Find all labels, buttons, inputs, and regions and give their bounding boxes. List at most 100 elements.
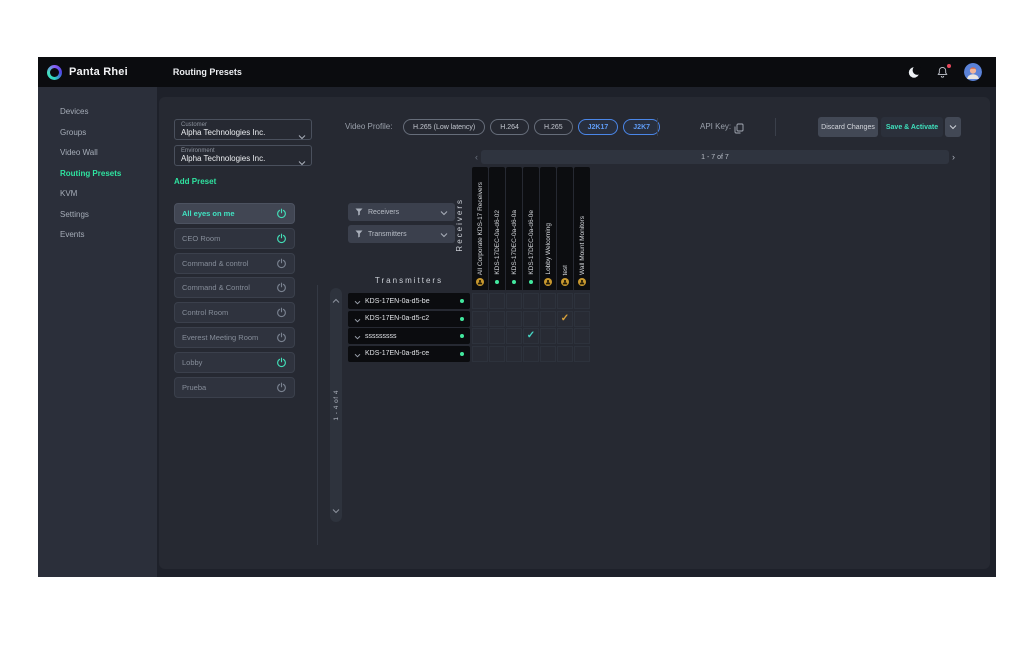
power-icon[interactable]: [276, 233, 287, 244]
customer-select[interactable]: Customer Alpha Technologies Inc.: [174, 119, 312, 140]
preset-item[interactable]: CEO Room: [174, 228, 295, 249]
matrix-cell[interactable]: [523, 311, 539, 327]
receiver-name: test: [562, 265, 569, 275]
discard-changes-button[interactable]: Discard Changes: [818, 117, 878, 137]
matrix-cell[interactable]: [557, 328, 573, 344]
power-icon[interactable]: [276, 307, 287, 318]
matrix-cell[interactable]: [557, 293, 573, 309]
video-profile-chip[interactable]: H.265: [534, 119, 573, 135]
receiver-column-header[interactable]: All Corporate KDS-17 Receivers: [472, 167, 488, 290]
transmitter-row-header[interactable]: sssssssss: [348, 328, 470, 344]
expand-chevron-icon[interactable]: [354, 292, 361, 310]
customer-select-value: Alpha Technologies Inc.: [181, 128, 297, 138]
receivers-filter-select[interactable]: Receivers: [348, 203, 455, 221]
receiver-name: KDS-17DEC-0a-d6-0e: [528, 210, 535, 275]
receiver-column-header[interactable]: test: [557, 167, 573, 290]
receiver-column-header[interactable]: Lobby Welcoming: [540, 167, 556, 290]
chevron-down-icon: [298, 127, 306, 145]
receiver-column-header[interactable]: KDS-17DEC-0a-d6-02: [489, 167, 505, 290]
transmitters-next-page-icon[interactable]: [332, 501, 340, 519]
matrix-cell[interactable]: [489, 346, 505, 362]
power-icon[interactable]: [276, 332, 287, 343]
preset-item[interactable]: Lobby: [174, 352, 295, 373]
sidebar-item[interactable]: Groups: [38, 123, 157, 144]
video-profile-chip[interactable]: J2K17: [578, 119, 619, 135]
receiver-column-header[interactable]: Wall Mount Monitors: [574, 167, 590, 290]
matrix-cell[interactable]: [472, 328, 488, 344]
receiver-online-dot: [529, 280, 533, 284]
preset-name: Control Room: [182, 308, 276, 317]
receivers-next-page-icon[interactable]: ›: [949, 150, 958, 164]
video-profile-chip[interactable]: H.264: [490, 119, 529, 135]
expand-chevron-icon[interactable]: [354, 345, 361, 363]
transmitters-prev-page-icon[interactable]: [332, 291, 340, 309]
matrix-cell[interactable]: [472, 346, 488, 362]
matrix-cell[interactable]: [523, 293, 539, 309]
video-profile-chip[interactable]: J2K7: [623, 119, 660, 135]
matrix-cell[interactable]: [557, 346, 573, 362]
matrix-cell[interactable]: [472, 293, 488, 309]
matrix-cell[interactable]: [540, 311, 556, 327]
save-activate-button[interactable]: Save & Activate: [881, 117, 943, 137]
power-icon[interactable]: [276, 258, 287, 269]
preset-item[interactable]: Command & Control: [174, 277, 295, 298]
matrix-cell[interactable]: [489, 311, 505, 327]
matrix-cell[interactable]: [489, 293, 505, 309]
preset-item[interactable]: Prueba: [174, 377, 295, 398]
environment-select[interactable]: Environment Alpha Technologies Inc.: [174, 145, 312, 166]
copy-api-key-icon[interactable]: [734, 121, 744, 139]
sidebar-item[interactable]: Video Wall: [38, 143, 157, 164]
transmitter-row-header[interactable]: KDS-17EN-0a-d5-c2: [348, 311, 470, 327]
preset-item[interactable]: Command & control: [174, 253, 295, 274]
receiver-name: KDS-17DEC-0a-d6-02: [494, 210, 501, 275]
matrix-cell[interactable]: [540, 346, 556, 362]
user-avatar[interactable]: [964, 63, 982, 81]
notifications-bell-icon[interactable]: [937, 66, 948, 78]
receiver-status-slot: [476, 278, 484, 286]
preset-item[interactable]: Control Room: [174, 302, 295, 323]
matrix-cell[interactable]: [574, 328, 590, 344]
dark-mode-moon-icon[interactable]: [908, 66, 921, 79]
receiver-online-dot: [495, 280, 499, 284]
power-icon[interactable]: [276, 282, 287, 293]
matrix-cell[interactable]: [540, 293, 556, 309]
matrix-cell[interactable]: [506, 293, 522, 309]
transmitter-row-header[interactable]: KDS-17EN-0a-d5-be: [348, 293, 470, 309]
preset-item[interactable]: All eyes on me: [174, 203, 295, 224]
add-preset-button[interactable]: Add Preset: [174, 177, 216, 186]
transmitters-pagination-text: 1 - 4 of 4: [333, 390, 340, 421]
receivers-prev-page-icon[interactable]: ‹: [472, 150, 481, 164]
power-icon[interactable]: [276, 208, 287, 219]
matrix-cell[interactable]: [540, 328, 556, 344]
matrix-cell[interactable]: [574, 293, 590, 309]
matrix-cell[interactable]: [574, 346, 590, 362]
receiver-name: KDS-17DEC-0a-d6-0a: [511, 210, 518, 275]
matrix-cell[interactable]: [574, 311, 590, 327]
save-options-button[interactable]: [945, 117, 961, 137]
power-icon[interactable]: [276, 382, 287, 393]
matrix-cell[interactable]: ✓: [523, 328, 539, 344]
transmitters-filter-label: Transmitters: [368, 231, 407, 238]
app-window: Panta Rhei Routing Presets DevicesGroups…: [38, 57, 996, 577]
matrix-cell[interactable]: [523, 346, 539, 362]
expand-chevron-icon[interactable]: [354, 327, 361, 345]
expand-chevron-icon[interactable]: [354, 310, 361, 328]
sidebar-item[interactable]: Devices: [38, 102, 157, 123]
matrix-cell[interactable]: [489, 328, 505, 344]
sidebar-item[interactable]: KVM: [38, 184, 157, 205]
transmitter-row-header[interactable]: KDS-17EN-0a-d5-ce: [348, 346, 470, 362]
receiver-column-header[interactable]: KDS-17DEC-0a-d6-0a: [506, 167, 522, 290]
transmitters-filter-select[interactable]: Transmitters: [348, 225, 455, 243]
matrix-cell[interactable]: [506, 311, 522, 327]
sidebar-item[interactable]: Settings: [38, 205, 157, 226]
sidebar-item[interactable]: Events: [38, 225, 157, 246]
video-profile-chip[interactable]: H.265 (Low latency): [403, 119, 485, 135]
preset-item[interactable]: Everest Meeting Room: [174, 327, 295, 348]
matrix-cell[interactable]: [506, 346, 522, 362]
matrix-cell[interactable]: [506, 328, 522, 344]
power-icon[interactable]: [276, 357, 287, 368]
matrix-cell[interactable]: [472, 311, 488, 327]
matrix-cell[interactable]: ✓: [557, 311, 573, 327]
sidebar-item[interactable]: Routing Presets: [38, 164, 157, 185]
receiver-column-header[interactable]: KDS-17DEC-0a-d6-0e: [523, 167, 539, 290]
